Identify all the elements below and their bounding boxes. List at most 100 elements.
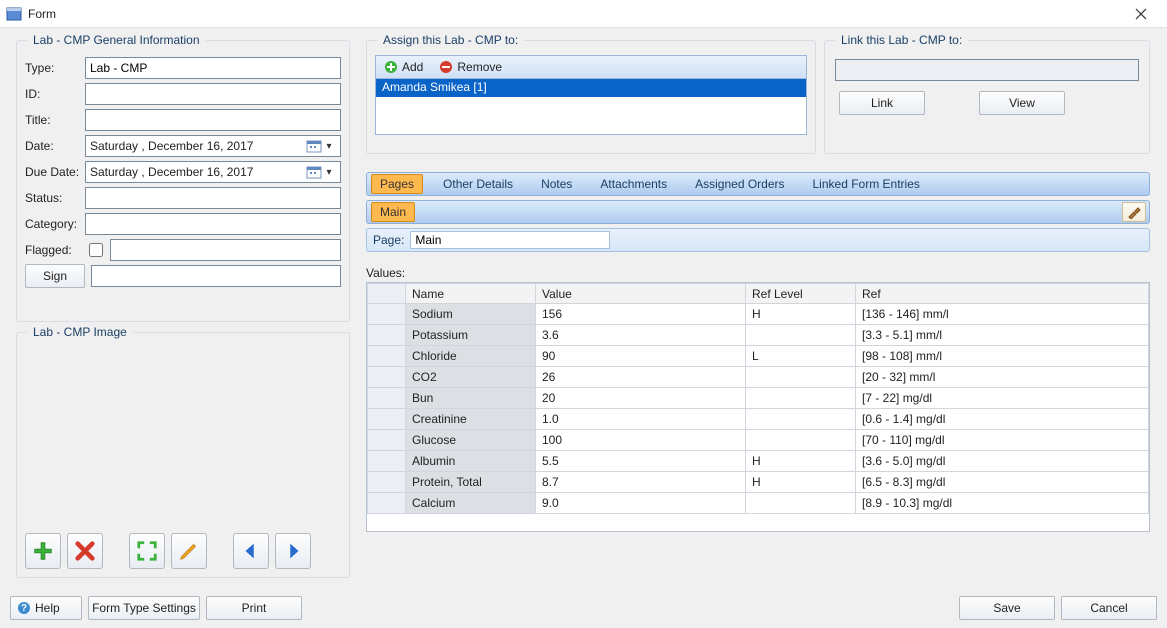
tab-notes[interactable]: Notes (533, 175, 580, 193)
cell-value[interactable]: 8.7 (536, 472, 746, 493)
print-button[interactable]: Print (206, 596, 302, 620)
table-row[interactable]: Chloride90L[98 - 108] mm/l (368, 346, 1149, 367)
save-button[interactable]: Save (959, 596, 1055, 620)
cell-name[interactable]: Sodium (406, 304, 536, 325)
cell-name[interactable]: Creatinine (406, 409, 536, 430)
row-selector[interactable] (368, 451, 406, 472)
assign-add-button[interactable]: Add (380, 57, 427, 77)
subtab-main[interactable]: Main (371, 202, 415, 222)
cell-name[interactable]: Chloride (406, 346, 536, 367)
add-image-button[interactable] (25, 533, 61, 569)
row-selector[interactable] (368, 493, 406, 514)
page-name-field[interactable] (410, 231, 610, 249)
cell-value[interactable]: 20 (536, 388, 746, 409)
flagged-text[interactable] (110, 239, 341, 261)
col-reflevel[interactable]: Ref Level (746, 284, 856, 304)
tab-assigned-orders[interactable]: Assigned Orders (687, 175, 792, 193)
sign-button[interactable]: Sign (25, 264, 85, 288)
assign-list-item[interactable]: Amanda Smikea [1] (376, 79, 806, 97)
edit-image-button[interactable] (171, 533, 207, 569)
cell-ref[interactable]: [6.5 - 8.3] mg/dl (856, 472, 1149, 493)
category-select[interactable] (85, 213, 341, 235)
build-button[interactable] (1122, 202, 1146, 222)
cell-value[interactable]: 3.6 (536, 325, 746, 346)
link-button[interactable]: Link (839, 91, 925, 115)
row-selector[interactable] (368, 472, 406, 493)
cell-reflevel[interactable]: H (746, 304, 856, 325)
table-row[interactable]: CO226 [20 - 32] mm/l (368, 367, 1149, 388)
assign-remove-button[interactable]: Remove (435, 57, 506, 77)
tab-linked-form-entries[interactable]: Linked Form Entries (805, 175, 928, 193)
cell-ref[interactable]: [8.9 - 10.3] mg/dl (856, 493, 1149, 514)
cell-reflevel[interactable] (746, 367, 856, 388)
table-row[interactable]: Albumin5.5H[3.6 - 5.0] mg/dl (368, 451, 1149, 472)
table-row[interactable]: Potassium3.6 [3.3 - 5.1] mm/l (368, 325, 1149, 346)
cell-name[interactable]: Protein, Total (406, 472, 536, 493)
row-selector[interactable] (368, 325, 406, 346)
cell-value[interactable]: 9.0 (536, 493, 746, 514)
cell-name[interactable]: Bun (406, 388, 536, 409)
cell-reflevel[interactable] (746, 409, 856, 430)
window-close-button[interactable] (1121, 0, 1161, 28)
status-select[interactable] (85, 187, 341, 209)
cell-ref[interactable]: [7 - 22] mg/dl (856, 388, 1149, 409)
cell-reflevel[interactable]: L (746, 346, 856, 367)
row-selector[interactable] (368, 409, 406, 430)
row-selector[interactable] (368, 430, 406, 451)
view-button[interactable]: View (979, 91, 1065, 115)
cell-ref[interactable]: [3.3 - 5.1] mm/l (856, 325, 1149, 346)
assign-list[interactable]: Amanda Smikea [1] (375, 79, 807, 135)
due-date-picker[interactable]: Saturday , December 16, 2017 ▾ (85, 161, 341, 183)
help-button[interactable]: ? Help (10, 596, 82, 620)
cell-name[interactable]: CO2 (406, 367, 536, 388)
cell-ref[interactable]: [98 - 108] mm/l (856, 346, 1149, 367)
table-row[interactable]: Protein, Total8.7H[6.5 - 8.3] mg/dl (368, 472, 1149, 493)
cell-value[interactable]: 26 (536, 367, 746, 388)
cell-ref[interactable]: [70 - 110] mg/dl (856, 430, 1149, 451)
cell-ref[interactable]: [0.6 - 1.4] mg/dl (856, 409, 1149, 430)
cell-name[interactable]: Glucose (406, 430, 536, 451)
cell-ref[interactable]: [3.6 - 5.0] mg/dl (856, 451, 1149, 472)
row-selector[interactable] (368, 367, 406, 388)
delete-image-button[interactable] (67, 533, 103, 569)
cell-reflevel[interactable] (746, 325, 856, 346)
table-row[interactable]: Sodium156H[136 - 146] mm/l (368, 304, 1149, 325)
tab-attachments[interactable]: Attachments (592, 175, 675, 193)
cell-reflevel[interactable]: H (746, 472, 856, 493)
table-row[interactable]: Bun20 [7 - 22] mg/dl (368, 388, 1149, 409)
col-value[interactable]: Value (536, 284, 746, 304)
row-selector[interactable] (368, 346, 406, 367)
cell-name[interactable]: Potassium (406, 325, 536, 346)
id-field[interactable] (85, 83, 341, 105)
cell-reflevel[interactable] (746, 388, 856, 409)
cell-value[interactable]: 100 (536, 430, 746, 451)
title-field[interactable] (85, 109, 341, 131)
cell-value[interactable]: 5.5 (536, 451, 746, 472)
table-row[interactable]: Calcium9.0 [8.9 - 10.3] mg/dl (368, 493, 1149, 514)
cell-ref[interactable]: [20 - 32] mm/l (856, 367, 1149, 388)
tab-other-details[interactable]: Other Details (435, 175, 521, 193)
cell-reflevel[interactable] (746, 430, 856, 451)
cancel-button[interactable]: Cancel (1061, 596, 1157, 620)
form-type-settings-button[interactable]: Form Type Settings (88, 596, 200, 620)
cell-reflevel[interactable] (746, 493, 856, 514)
flagged-checkbox[interactable] (89, 243, 103, 257)
sign-text[interactable] (91, 265, 341, 287)
cell-value[interactable]: 156 (536, 304, 746, 325)
prev-image-button[interactable] (233, 533, 269, 569)
tab-pages[interactable]: Pages (371, 174, 423, 194)
col-name[interactable]: Name (406, 284, 536, 304)
cell-ref[interactable]: [136 - 146] mm/l (856, 304, 1149, 325)
cell-name[interactable]: Albumin (406, 451, 536, 472)
fullscreen-button[interactable] (129, 533, 165, 569)
cell-value[interactable]: 90 (536, 346, 746, 367)
cell-reflevel[interactable]: H (746, 451, 856, 472)
cell-value[interactable]: 1.0 (536, 409, 746, 430)
next-image-button[interactable] (275, 533, 311, 569)
row-selector[interactable] (368, 388, 406, 409)
type-field[interactable] (85, 57, 341, 79)
cell-name[interactable]: Calcium (406, 493, 536, 514)
table-row[interactable]: Glucose100 [70 - 110] mg/dl (368, 430, 1149, 451)
row-selector[interactable] (368, 304, 406, 325)
col-ref[interactable]: Ref (856, 284, 1149, 304)
